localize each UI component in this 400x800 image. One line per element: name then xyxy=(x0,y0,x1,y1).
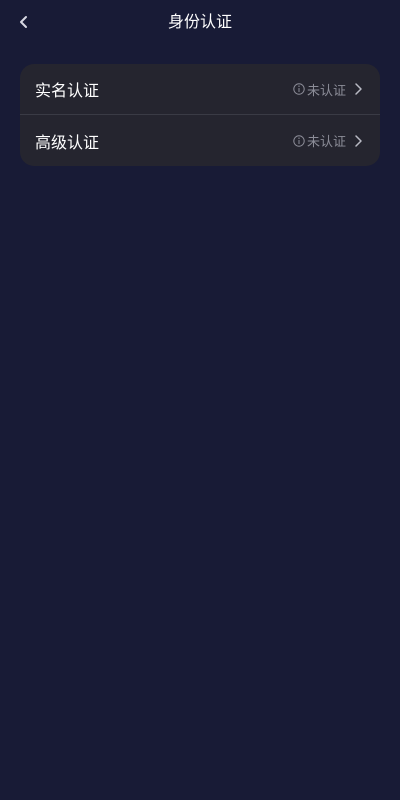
verification-item-label: 实名认证 xyxy=(35,81,100,100)
info-icon xyxy=(293,134,305,147)
verification-status-text: 未认证 xyxy=(306,135,346,150)
verification-status-text: 未认证 xyxy=(306,83,346,99)
verification-status: 未认证 xyxy=(293,131,364,150)
verification-status: 未认证 xyxy=(293,80,364,99)
top-bar: 身份认证 xyxy=(0,0,400,44)
info-icon xyxy=(293,83,305,95)
verification-item-label: 高级认证 xyxy=(35,132,100,152)
chevron-right-icon xyxy=(354,134,364,148)
chevron-right-icon xyxy=(354,82,364,96)
page-title: 身份认证 xyxy=(167,12,232,31)
real-name-verification-row[interactable]: 实名认证 未认证 xyxy=(20,64,380,114)
advanced-verification-row[interactable]: 高级认证 未认证 xyxy=(20,114,380,166)
verification-card: 实名认证 未认证 高级认证 未认证 xyxy=(20,64,380,166)
